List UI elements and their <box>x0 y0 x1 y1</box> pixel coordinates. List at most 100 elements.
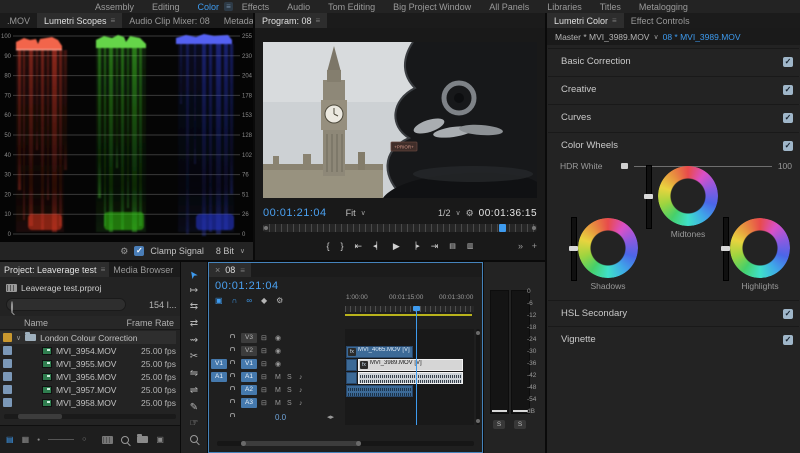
timeline-vertical-scrollbar[interactable] <box>476 329 480 425</box>
zoom-out-icon[interactable]: ● <box>37 437 40 443</box>
project-list-header[interactable]: Name Frame Rate <box>0 316 180 330</box>
basic-correction-checkbox[interactable]: ✓ <box>783 56 793 67</box>
step-back-button[interactable]: ◂▏ <box>373 242 382 250</box>
snap-magnet-icon[interactable]: ∩ <box>232 296 238 305</box>
workspace-all-panels[interactable]: All Panels <box>480 2 538 12</box>
mark-out-button[interactable]: } <box>340 241 343 251</box>
workspace-libraries[interactable]: Libraries <box>538 2 591 12</box>
zoom-tool[interactable] <box>190 434 198 447</box>
patch-icon[interactable]: ⊟ <box>261 372 267 384</box>
eye-icon[interactable]: ◉ <box>275 359 281 371</box>
project-horizontal-scrollbar[interactable] <box>4 414 176 419</box>
track-a1-button[interactable]: A1 <box>241 372 257 382</box>
track-a2-button[interactable]: A2 <box>241 385 257 395</box>
track-v1-button[interactable]: V1 <box>241 359 257 369</box>
workspace-tom-editing[interactable]: Tom Editing <box>319 2 384 12</box>
slide-tool[interactable]: ⇌ <box>190 385 198 397</box>
panel-menu-icon[interactable]: ≡ <box>111 16 116 25</box>
tab-clip-stub[interactable]: .MOV <box>0 13 37 28</box>
shadows-luma-slider[interactable] <box>569 217 578 281</box>
microphone-icon[interactable]: ♪ <box>299 372 303 384</box>
panel-menu-icon[interactable]: ≡ <box>612 16 617 25</box>
track-v3-button[interactable]: V3 <box>241 333 257 343</box>
zoom-in-icon[interactable]: ○ <box>82 436 86 443</box>
new-bin-button[interactable] <box>137 434 149 443</box>
play-button[interactable]: ▶ <box>393 241 400 252</box>
tab-overflow-icon[interactable]: » <box>177 262 180 277</box>
razor-tool[interactable]: ✂ <box>190 351 198 363</box>
workspace-audio[interactable]: Audio <box>278 2 319 12</box>
go-to-in-button[interactable]: ⇤ <box>354 241 362 252</box>
midtones-color-wheel[interactable] <box>658 166 718 226</box>
program-zoom-chevron-icon[interactable]: ∨ <box>361 209 366 217</box>
new-item-button[interactable]: ▣ <box>156 435 164 444</box>
clip-mvi-4065-video[interactable]: fx MVI_4065.MOV [V] <box>346 346 413 358</box>
hand-tool[interactable]: ☞ <box>190 418 199 430</box>
scrubber-left-handle[interactable] <box>264 226 268 230</box>
project-search-input[interactable] <box>6 298 126 311</box>
bit-depth-value[interactable]: 8 Bit <box>216 246 234 256</box>
workspace-titles[interactable]: Titles <box>591 2 630 12</box>
lift-button[interactable]: ▤ <box>449 242 456 250</box>
clip-stub-a1[interactable] <box>346 372 357 384</box>
timeline-settings-wrench-icon[interactable]: ⚙ <box>276 296 283 305</box>
project-clip-row[interactable]: MVI_3956.MOV 25.00 fps <box>0 370 176 383</box>
panel-menu-icon[interactable]: ≡ <box>101 265 106 274</box>
workspace-editing[interactable]: Editing <box>143 2 189 12</box>
section-curves[interactable]: Curves ✓ <box>548 104 799 130</box>
workspace-effects[interactable]: Effects <box>233 2 278 12</box>
clip-mvi-4065-audio[interactable] <box>346 385 413 397</box>
patch-icon[interactable]: ⊟ <box>261 333 267 345</box>
clip-mvi-3989-audio[interactable] <box>358 372 463 384</box>
nest-toggle-icon[interactable]: ▣ <box>215 296 223 305</box>
lumetri-sequence-clip[interactable]: 08 * MVI_3989.MOV <box>663 32 741 42</box>
section-vignette[interactable]: Vignette ✓ <box>548 326 799 352</box>
patch-icon[interactable]: ⊟ <box>261 346 267 358</box>
eye-icon[interactable]: ◉ <box>275 346 281 358</box>
fit-sequence-icon[interactable]: ◂▸ <box>327 412 334 424</box>
clip-label-chip[interactable] <box>3 398 12 407</box>
icon-view-button[interactable]: ▦ <box>22 435 30 444</box>
panel-menu-icon[interactable]: ≡ <box>240 266 245 275</box>
mute-button[interactable]: M <box>275 385 281 397</box>
scope-settings-wrench-icon[interactable]: ⚙ <box>120 245 128 257</box>
hsl-secondary-checkbox[interactable]: ✓ <box>783 308 793 319</box>
timeline-timecode[interactable]: 00:01:21:04 <box>215 280 279 292</box>
midtones-luma-slider[interactable] <box>644 165 653 229</box>
mute-button[interactable]: M <box>275 398 281 410</box>
clip-stub-v1[interactable] <box>346 359 357 371</box>
project-clip-row[interactable]: MVI_3955.MOV 25.00 fps <box>0 357 176 370</box>
section-creative[interactable]: Creative ✓ <box>548 76 799 102</box>
solo-button[interactable]: S <box>287 372 292 384</box>
mark-in-button[interactable]: { <box>326 241 329 251</box>
track-select-forward-tool[interactable]: ↦ <box>190 285 198 297</box>
program-scrubber[interactable] <box>263 224 537 232</box>
solo-button[interactable]: S <box>287 398 292 410</box>
scrollbar-handle[interactable] <box>18 414 62 419</box>
track-v2-button[interactable]: V2 <box>241 346 257 356</box>
master-volume-value[interactable]: 0.0 <box>275 412 286 424</box>
selection-tool[interactable]: ➤ <box>187 267 202 281</box>
clip-mvi-3989-video[interactable]: fx MVI_3989.MOV [V] <box>358 359 463 371</box>
tab-lumetri-color[interactable]: Lumetri Color ≡ <box>547 13 624 28</box>
solo-left-button[interactable]: S <box>493 420 505 429</box>
rolling-edit-tool[interactable]: ⇄ <box>190 318 198 330</box>
program-resolution-chevron-icon[interactable]: ∨ <box>455 209 460 217</box>
highlights-color-wheel[interactable] <box>730 218 790 278</box>
tab-sequence-08[interactable]: × 08 ≡ <box>209 263 251 277</box>
button-editor-plus-icon[interactable]: + <box>532 241 537 251</box>
extract-button[interactable]: ▥ <box>467 242 474 250</box>
scrubber-right-handle[interactable] <box>532 226 536 230</box>
lumetri-master-clip[interactable]: Master * MVI_3989.MOV <box>555 32 649 42</box>
section-color-wheels[interactable]: Color Wheels ✓ <box>548 132 799 158</box>
source-patch-v1[interactable]: V1 <box>211 359 227 369</box>
pen-tool[interactable]: ✎ <box>190 402 198 414</box>
hdr-white-slider-track[interactable] <box>633 165 772 167</box>
column-frame-rate[interactable]: Frame Rate <box>126 318 174 328</box>
patch-icon[interactable]: ⊟ <box>261 359 267 371</box>
go-to-out-button[interactable]: ⇥ <box>431 241 439 252</box>
curves-checkbox[interactable]: ✓ <box>783 112 793 123</box>
master-clip-chevron-icon[interactable]: ∨ <box>653 33 658 41</box>
patch-icon[interactable]: ⊟ <box>261 385 267 397</box>
workspace-assembly[interactable]: Assembly <box>86 2 143 12</box>
